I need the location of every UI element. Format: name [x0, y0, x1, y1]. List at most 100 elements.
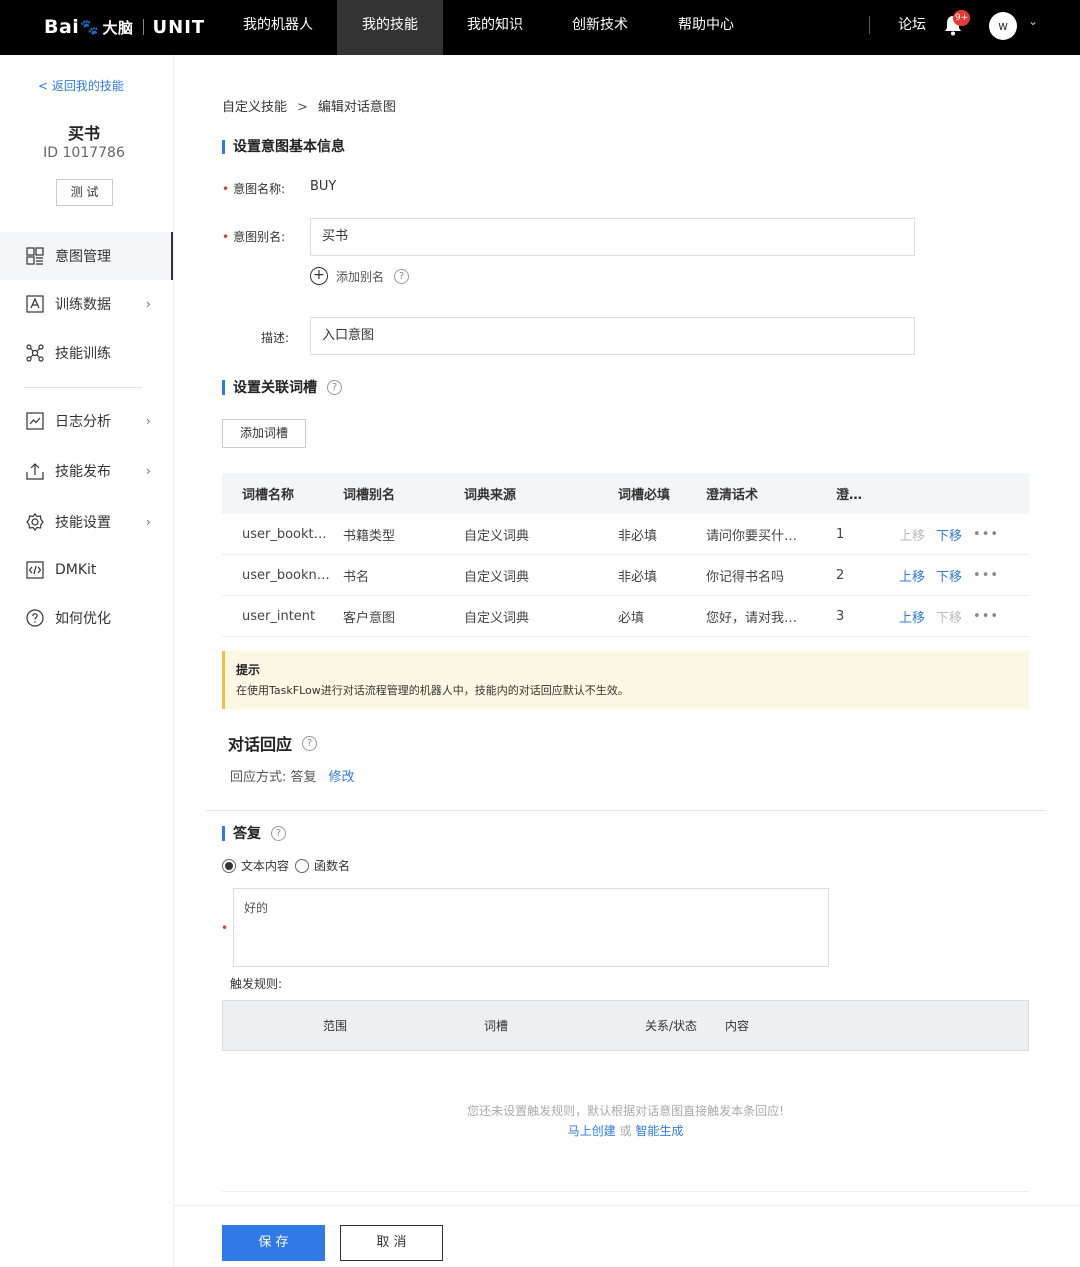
forum-link[interactable]: 论坛: [898, 0, 926, 50]
cell-clarify: 你记得书名吗: [706, 569, 785, 585]
more-icon[interactable]: •••: [973, 527, 999, 542]
skill-name: 买书: [67, 124, 100, 143]
sidebar-item-dmkit[interactable]: DMKit: [0, 546, 173, 594]
add-alias-label: 添加别名: [336, 269, 385, 284]
sidebar-item-training-data[interactable]: 训练数据 ›: [0, 280, 173, 328]
slot-table: 词槽名称 词槽别名 词典来源 词槽必填 澄清话术 澄… user_bookt… …: [222, 473, 1029, 637]
more-icon[interactable]: •••: [973, 568, 999, 583]
sidebar-item-skill-training[interactable]: 技能训练: [0, 329, 173, 377]
intent-alias-input[interactable]: 买书: [310, 218, 915, 256]
create-now-link[interactable]: 马上创建: [568, 1124, 616, 1138]
col-slot: 词槽: [484, 1019, 509, 1033]
move-up-button: 上移: [899, 528, 926, 544]
response-title-text: 对话回应: [228, 735, 293, 754]
sidebar-item-label: 如何优化: [55, 611, 111, 627]
cell-slot-name: user_intent: [242, 608, 316, 624]
section-title-text: 答复: [233, 825, 261, 842]
move-down-button[interactable]: 下移: [936, 566, 962, 585]
slots-section-title: 设置关联词槽 ?: [222, 380, 342, 395]
cell-slot-name: user_bookn…: [242, 567, 330, 583]
question-icon[interactable]: ?: [302, 735, 318, 751]
avatar[interactable]: w: [989, 12, 1017, 40]
move-down-button: 下移: [936, 610, 963, 626]
description-input[interactable]: 入口意图: [310, 317, 915, 355]
radio-label: 文本内容: [241, 859, 290, 873]
chevron-down-icon[interactable]: ⌄: [1028, 14, 1038, 28]
cell-dict-source: 自定义词典: [464, 528, 530, 544]
section-title-text: 设置意图基本信息: [233, 139, 345, 155]
nav-my-robots[interactable]: 我的机器人: [228, 0, 328, 55]
question-icon[interactable]: ?: [327, 380, 342, 395]
move-up-button[interactable]: 上移: [899, 566, 925, 585]
sidebar-item-optimize[interactable]: 如何优化: [0, 594, 173, 642]
back-to-skills-link[interactable]: < 返回我的技能: [38, 77, 124, 94]
nav-help-center[interactable]: 帮助中心: [666, 0, 746, 55]
radio-function-name[interactable]: [295, 858, 310, 873]
footer-divider: [174, 1205, 1080, 1206]
answer-section-title: 答复 ?: [222, 826, 286, 841]
sidebar-item-log-analysis[interactable]: 日志分析 ›: [0, 397, 173, 445]
plus-circle-icon: +: [310, 267, 328, 285]
cell-slot-alias: 客户意图: [343, 610, 396, 626]
chevron-right-icon: ›: [146, 297, 151, 311]
answer-textarea[interactable]: 好的: [233, 888, 829, 967]
required-mark: •: [221, 921, 229, 935]
answer-type-radios: 文本内容 函数名: [222, 857, 350, 874]
col-required: 词槽必填: [618, 488, 671, 503]
sidebar-item-publish[interactable]: 技能发布 ›: [0, 447, 173, 495]
basic-info-title: 设置意图基本信息: [222, 140, 345, 154]
table-row: user_intent 客户意图 自定义词典 必填 您好，请对我… 3 上移 下…: [222, 596, 1029, 637]
edit-response-link[interactable]: 修改: [329, 770, 355, 785]
chevron-right-icon: ›: [146, 515, 151, 529]
logo-divider: [142, 19, 144, 35]
col-content: 内容: [725, 1019, 750, 1033]
smart-generate-link[interactable]: 智能生成: [635, 1124, 683, 1138]
nav-innovation[interactable]: 创新技术: [560, 0, 640, 55]
more-icon[interactable]: •••: [973, 609, 999, 624]
nav-my-knowledge[interactable]: 我的知识: [454, 0, 536, 55]
col-dict-source: 词典来源: [464, 488, 517, 503]
nav-my-skills[interactable]: 我的技能: [337, 0, 443, 55]
sidebar-divider: [24, 387, 142, 388]
logo-text: Bai: [44, 16, 80, 38]
question-icon[interactable]: ?: [271, 826, 286, 841]
sidebar-item-label: 技能发布: [55, 464, 111, 480]
add-alias-button[interactable]: + 添加别名 ?: [310, 267, 410, 285]
baidu-unit-logo[interactable]: Bai 🐾 大脑 UNIT: [44, 14, 205, 40]
radio-text-content[interactable]: [222, 858, 236, 873]
cell-dict-source: 自定义词典: [464, 610, 530, 626]
breadcrumb-current: 编辑对话意图: [317, 100, 396, 115]
training-data-icon: [25, 294, 45, 314]
cell-required: 必填: [618, 610, 645, 626]
cell-required: 非必填: [618, 528, 658, 544]
publish-icon: [25, 461, 45, 481]
tip-box: 提示 在使用TaskFLow进行对话流程管理的机器人中，技能内的对话回应默认不生…: [222, 651, 1029, 709]
move-down-button[interactable]: 下移: [936, 525, 962, 544]
cancel-button[interactable]: 取 消: [340, 1225, 443, 1261]
cell-slot-name: user_bookt…: [242, 526, 327, 542]
intent-manage-icon: [25, 246, 45, 266]
breadcrumb-parent[interactable]: 自定义技能: [222, 100, 287, 115]
sidebar-item-label: 技能设置: [55, 515, 111, 531]
skill-id: ID 1017786: [43, 145, 125, 161]
chevron-right-icon: ›: [146, 414, 151, 428]
sidebar-item-skill-settings[interactable]: 技能设置 ›: [0, 498, 173, 546]
section-title-text: 设置关联词槽: [233, 379, 317, 396]
move-up-button[interactable]: 上移: [899, 607, 925, 626]
sidebar-item-intent-manage[interactable]: 意图管理: [0, 232, 173, 280]
dmkit-icon: [25, 560, 45, 580]
save-button[interactable]: 保 存: [222, 1225, 325, 1261]
empty-rules-text: 您还未设置触发规则，默认根据对话意图直接触发本条回应!: [467, 1104, 784, 1118]
add-slot-button[interactable]: 添加词槽: [222, 419, 306, 448]
main-content: 自定义技能 > 编辑对话意图 设置意图基本信息 • 意图名称: BUY • 意图别名: …: [174, 55, 1080, 1267]
intent-alias-label: • 意图别名:: [222, 230, 286, 244]
test-button[interactable]: 测 试: [56, 179, 113, 206]
col-slot-alias: 词槽别名: [343, 488, 396, 503]
rules-table-header: 范围 词槽 关系/状态 内容: [222, 1000, 1029, 1051]
sidebar: < 返回我的技能 买书 ID 1017786 测 试 意图管理 训练数据 › 技…: [0, 55, 174, 1267]
breadcrumb: 自定义技能 > 编辑对话意图: [222, 96, 396, 115]
cell-required: 非必填: [618, 569, 658, 585]
question-icon[interactable]: ?: [394, 268, 410, 284]
cell-order: 2: [836, 567, 845, 583]
response-mode-label: 回应方式: 答复: [230, 770, 317, 785]
